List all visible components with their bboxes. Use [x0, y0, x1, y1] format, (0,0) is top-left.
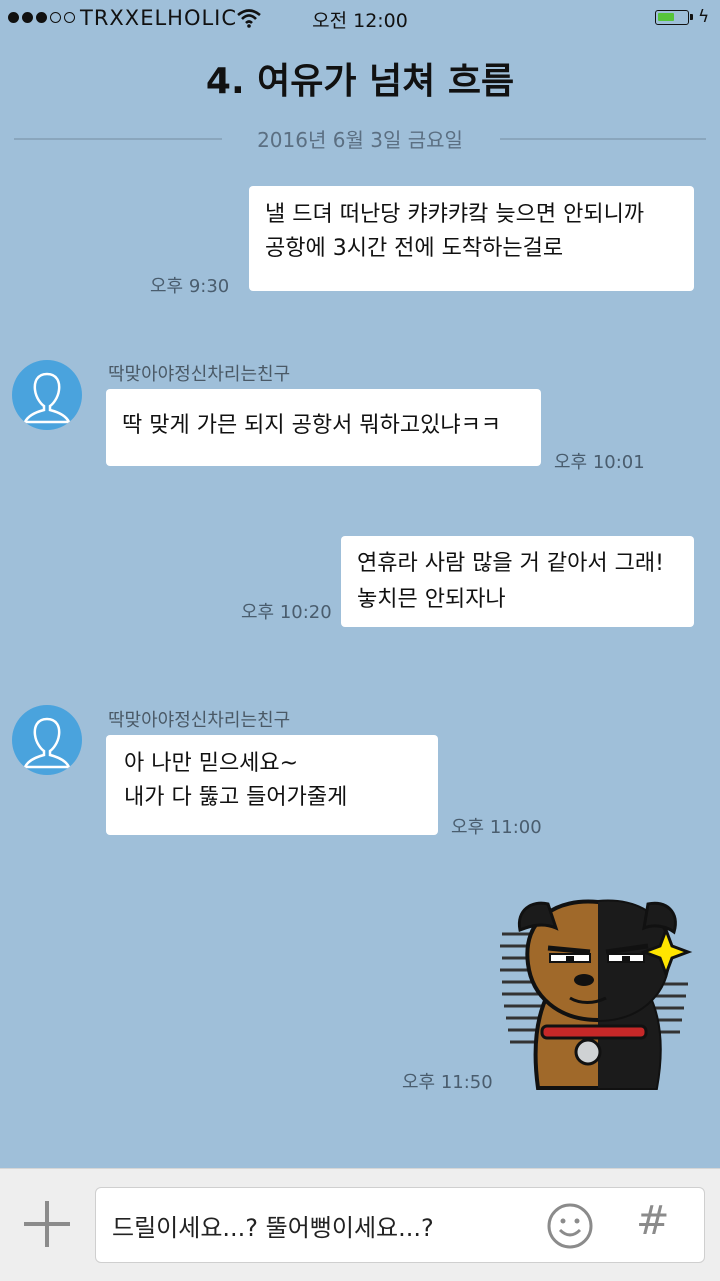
status-time: 오전 12:00 — [312, 10, 408, 32]
charging-icon: ϟ — [698, 7, 710, 27]
battery-level — [658, 13, 674, 21]
message-bubble-received[interactable]: 아 나만 믿으세요~ 내가 다 뚫고 들어가줄게 — [106, 735, 438, 835]
sender-name: 딱맞아야정신차리는친구 — [108, 364, 291, 385]
sender-name: 딱맞아야정신차리는친구 — [108, 710, 291, 731]
message-line: 내가 다 뚫고 들어가줄게 — [124, 785, 348, 810]
date-divider: 2016년 6월 3일 금요일 — [14, 120, 706, 156]
message-time: 오후 10:20 — [241, 602, 332, 623]
input-bar: 드릴이세요...? 뚤어뻥이세요...? # — [0, 1168, 720, 1281]
friend-avatar[interactable] — [12, 360, 82, 430]
status-bar: TRXXELHOLIC 오전 12:00 ϟ — [0, 0, 720, 36]
message-time: 오후 9:30 — [150, 276, 230, 297]
plus-icon[interactable] — [22, 1199, 72, 1249]
message-bubble-sent[interactable]: 연휴라 사람 많을 거 같아서 그래! 놓치믄 안되자나 — [341, 536, 694, 627]
message-line: 딱 맞게 가믄 되지 공항서 뭐하고있냐ㅋㅋ — [122, 413, 502, 438]
date-label: 2016년 6월 3일 금요일 — [257, 128, 463, 152]
message-time: 오후 10:01 — [554, 452, 645, 473]
battery-icon — [655, 10, 693, 25]
message-line: 공항에 3시간 전에 도착하는걸로 — [265, 236, 564, 261]
message-bubble-received[interactable]: 딱 맞게 가믄 되지 공항서 뭐하고있냐ㅋㅋ — [106, 389, 541, 466]
message-time: 오후 11:50 — [402, 1072, 493, 1093]
person-silhouette-icon — [22, 717, 72, 769]
message-input-text: 드릴이세요...? 뚤어뻥이세요...? — [112, 1214, 434, 1242]
hash-icon[interactable]: # — [636, 1198, 670, 1244]
message-line: 아 나만 믿으세요~ — [124, 751, 299, 776]
message-input[interactable]: 드릴이세요...? 뚤어뻥이세요...? # — [95, 1187, 705, 1263]
message-line: 낼 드뎌 떠난당 캬캬캬캌 늦으면 안되니까 — [265, 202, 645, 227]
message-time: 오후 11:00 — [451, 817, 542, 838]
message-line: 놓치믄 안되자나 — [357, 587, 506, 612]
message-line: 연휴라 사람 많을 거 같아서 그래! — [357, 551, 664, 576]
message-bubble-sent[interactable]: 낼 드뎌 떠난당 캬캬캬캌 늦으면 안되니까 공항에 3시간 전에 도착하는걸로 — [249, 186, 694, 291]
chat-title: 4. 여유가 넘쳐 흐름 — [205, 61, 515, 102]
emoji-icon[interactable] — [546, 1202, 594, 1250]
person-silhouette-icon — [22, 372, 72, 424]
friend-avatar[interactable] — [12, 705, 82, 775]
dog-sticker[interactable] — [498, 894, 698, 1094]
